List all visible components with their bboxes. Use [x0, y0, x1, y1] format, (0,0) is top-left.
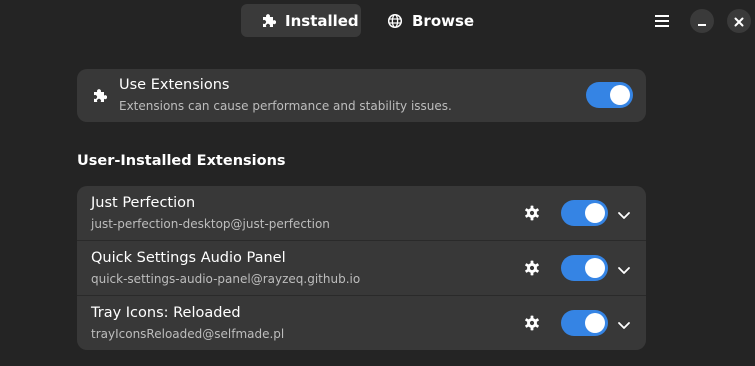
- switch-knob: [585, 203, 605, 223]
- extension-switch[interactable]: [561, 200, 608, 226]
- chevron-down-icon[interactable]: [617, 207, 631, 226]
- minimize-button[interactable]: [690, 9, 714, 33]
- use-extensions-subtitle: Extensions can cause performance and sta…: [119, 99, 452, 113]
- switch-knob: [610, 85, 630, 105]
- gear-icon[interactable]: [524, 315, 540, 335]
- section-title: User-Installed Extensions: [77, 153, 286, 169]
- extension-uuid: trayIconsReloaded@selfmade.pl: [91, 327, 285, 341]
- header-bar: Installed Browse: [0, 0, 755, 46]
- tab-installed-label: Installed: [285, 11, 359, 30]
- close-button[interactable]: [727, 9, 751, 33]
- extension-switch[interactable]: [561, 310, 608, 336]
- hamburger-menu-icon: [655, 12, 669, 31]
- use-extensions-card: Use Extensions Extensions can cause perf…: [77, 69, 646, 122]
- chevron-down-icon[interactable]: [617, 262, 631, 281]
- use-extensions-switch[interactable]: [586, 82, 633, 108]
- switch-knob: [585, 313, 605, 333]
- minimize-icon: [697, 12, 707, 31]
- chevron-down-icon[interactable]: [617, 317, 631, 336]
- tab-browse[interactable]: Browse: [368, 4, 478, 37]
- puzzle-icon: [91, 88, 108, 108]
- main-menu-button[interactable]: [649, 9, 675, 33]
- extension-name: Tray Icons: Reloaded: [91, 305, 241, 321]
- list-item: Tray Icons: Reloaded trayIconsReloaded@s…: [77, 296, 646, 350]
- use-extensions-title: Use Extensions: [119, 77, 230, 93]
- list-item: Quick Settings Audio Panel quick-setting…: [77, 241, 646, 295]
- extension-uuid: just-perfection-desktop@just-perfection: [91, 217, 330, 231]
- extension-name: Just Perfection: [91, 195, 196, 211]
- globe-icon: [387, 13, 403, 29]
- tab-installed[interactable]: Installed: [241, 4, 361, 37]
- puzzle-icon: [260, 13, 276, 29]
- close-icon: [734, 12, 744, 31]
- list-item: Just Perfection just-perfection-desktop@…: [77, 186, 646, 240]
- extension-name: Quick Settings Audio Panel: [91, 250, 286, 266]
- extensions-list: Just Perfection just-perfection-desktop@…: [77, 186, 646, 350]
- extension-switch[interactable]: [561, 255, 608, 281]
- switch-knob: [585, 258, 605, 278]
- extension-uuid: quick-settings-audio-panel@rayzeq.github…: [91, 272, 361, 286]
- gear-icon[interactable]: [524, 260, 540, 280]
- tab-browse-label: Browse: [412, 11, 475, 30]
- gear-icon[interactable]: [524, 205, 540, 225]
